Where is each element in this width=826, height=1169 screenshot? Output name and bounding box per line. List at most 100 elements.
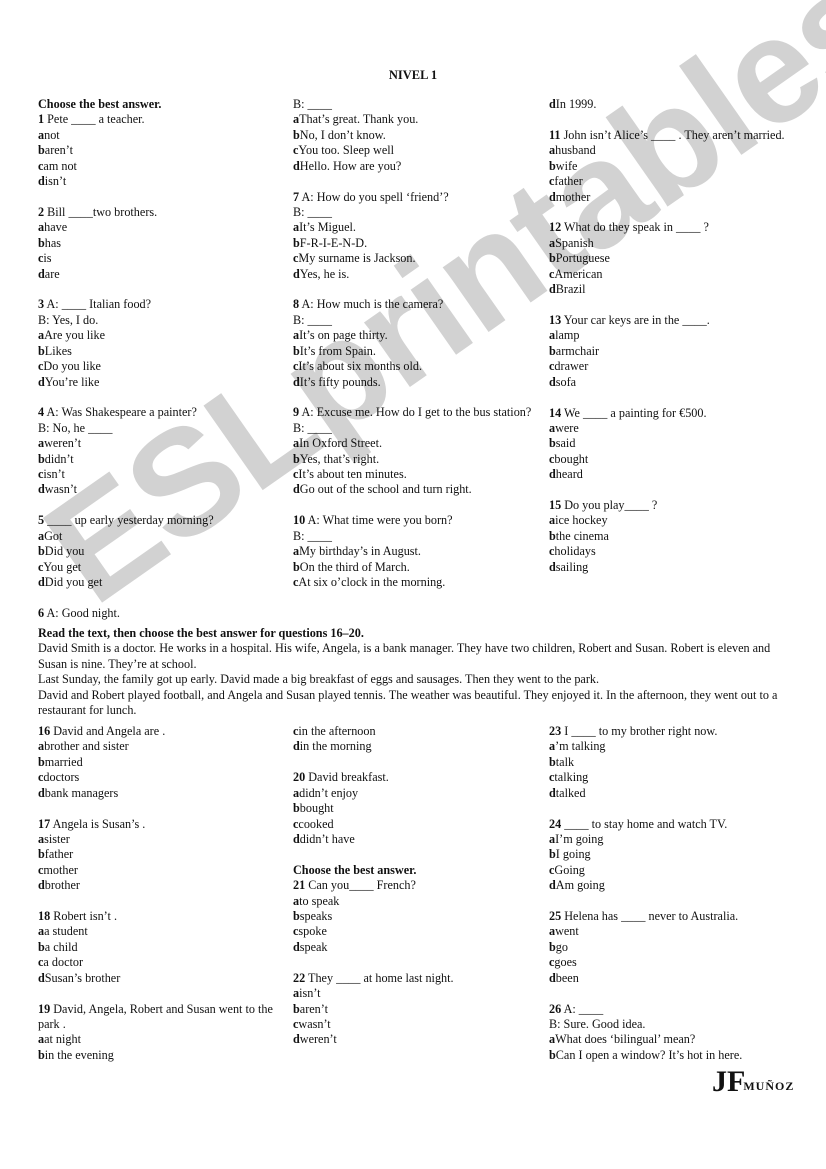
answer-option[interactable]: bDid you <box>38 544 283 559</box>
answer-option[interactable]: cAmerican <box>549 267 799 282</box>
answer-option[interactable]: aIt’s Miguel. <box>293 220 543 235</box>
answer-option[interactable]: dIt’s fifty pounds. <box>293 375 543 390</box>
answer-option[interactable]: bOn the third of March. <box>293 560 543 575</box>
answer-option[interactable]: asister <box>38 832 283 847</box>
answer-option[interactable]: bin the evening <box>38 1048 283 1063</box>
answer-option[interactable]: bCan I open a window? It’s hot in here. <box>549 1048 799 1063</box>
answer-option[interactable]: cAt six o’clock in the morning. <box>293 575 543 590</box>
answer-option[interactable]: bgo <box>549 940 799 955</box>
answer-option[interactable]: cisn’t <box>38 467 283 482</box>
answer-option[interactable]: ahave <box>38 220 283 235</box>
answer-option[interactable]: dbrother <box>38 878 283 893</box>
answer-option[interactable]: baren’t <box>38 143 283 158</box>
answer-option[interactable]: dwasn’t <box>38 482 283 497</box>
answer-option[interactable]: aIn Oxford Street. <box>293 436 543 451</box>
answer-option[interactable]: cfather <box>549 174 799 189</box>
answer-option[interactable]: ato speak <box>293 894 543 909</box>
answer-option[interactable]: aisn’t <box>293 986 543 1001</box>
answer-option[interactable]: abrother and sister <box>38 739 283 754</box>
answer-option[interactable]: baren’t <box>293 1002 543 1017</box>
answer-option[interactable]: dare <box>38 267 283 282</box>
answer-option[interactable]: ca doctor <box>38 955 283 970</box>
answer-option[interactable]: aWhat does ‘bilingual’ mean? <box>549 1032 799 1047</box>
answer-option[interactable]: dHello. How are you? <box>293 159 543 174</box>
answer-option[interactable]: cis <box>38 251 283 266</box>
answer-option[interactable]: ba child <box>38 940 283 955</box>
answer-option[interactable]: aMy birthday’s in August. <box>293 544 543 559</box>
answer-option[interactable]: dspeak <box>293 940 543 955</box>
answer-option[interactable]: cIt’s about six months old. <box>293 359 543 374</box>
answer-option[interactable]: disn’t <box>38 174 283 189</box>
answer-option[interactable]: bwife <box>549 159 799 174</box>
answer-option[interactable]: bF-R-I-E-N-D. <box>293 236 543 251</box>
answer-option[interactable]: dweren’t <box>293 1032 543 1047</box>
answer-option[interactable]: cdrawer <box>549 359 799 374</box>
answer-option[interactable]: bdidn’t <box>38 452 283 467</box>
answer-option[interactable]: aGot <box>38 529 283 544</box>
answer-option[interactable]: bspeaks <box>293 909 543 924</box>
answer-option[interactable]: bIt’s from Spain. <box>293 344 543 359</box>
answer-option[interactable]: bthe cinema <box>549 529 799 544</box>
answer-option[interactable]: dDid you get <box>38 575 283 590</box>
answer-option[interactable]: cDo you like <box>38 359 283 374</box>
answer-option[interactable]: ctalking <box>549 770 799 785</box>
answer-option[interactable]: aweren’t <box>38 436 283 451</box>
answer-option[interactable]: cMy surname is Jackson. <box>293 251 543 266</box>
answer-option[interactable]: bLikes <box>38 344 283 359</box>
answer-option[interactable]: bbought <box>293 801 543 816</box>
answer-option[interactable]: bmarried <box>38 755 283 770</box>
answer-option[interactable]: ahusband <box>549 143 799 158</box>
answer-option[interactable]: bI going <box>549 847 799 862</box>
answer-option[interactable]: bYes, that’s right. <box>293 452 543 467</box>
answer-option[interactable]: cam not <box>38 159 283 174</box>
answer-option[interactable]: aThat’s great. Thank you. <box>293 112 543 127</box>
answer-option[interactable]: cYou too. Sleep well <box>293 143 543 158</box>
answer-option[interactable]: dsofa <box>549 375 799 390</box>
answer-option[interactable]: aAre you like <box>38 328 283 343</box>
answer-option[interactable]: bNo, I don’t know. <box>293 128 543 143</box>
answer-option[interactable]: a’m talking <box>549 739 799 754</box>
answer-option[interactable]: cin the afternoon <box>293 724 543 739</box>
answer-option[interactable]: dGo out of the school and turn right. <box>293 482 543 497</box>
answer-option[interactable]: dheard <box>549 467 799 482</box>
answer-option[interactable]: dBrazil <box>549 282 799 297</box>
answer-option[interactable]: dsailing <box>549 560 799 575</box>
answer-option[interactable]: din the morning <box>293 739 543 754</box>
answer-option[interactable]: cwasn’t <box>293 1017 543 1032</box>
answer-option[interactable]: dAm going <box>549 878 799 893</box>
answer-option[interactable]: aSpanish <box>549 236 799 251</box>
answer-option[interactable]: aice hockey <box>549 513 799 528</box>
answer-option[interactable]: aa student <box>38 924 283 939</box>
answer-option[interactable]: dtalked <box>549 786 799 801</box>
answer-option[interactable]: dbeen <box>549 971 799 986</box>
answer-option[interactable]: bPortuguese <box>549 251 799 266</box>
answer-option[interactable]: cspoke <box>293 924 543 939</box>
answer-option[interactable]: dYes, he is. <box>293 267 543 282</box>
answer-option[interactable]: dbank managers <box>38 786 283 801</box>
answer-option[interactable]: cholidays <box>549 544 799 559</box>
answer-option[interactable]: anot <box>38 128 283 143</box>
answer-option[interactable]: barmchair <box>549 344 799 359</box>
answer-option[interactable]: bhas <box>38 236 283 251</box>
answer-option[interactable]: aat night <box>38 1032 283 1047</box>
answer-option[interactable]: bfather <box>38 847 283 862</box>
answer-option[interactable]: ccooked <box>293 817 543 832</box>
answer-option[interactable]: cYou get <box>38 560 283 575</box>
answer-option[interactable]: dmother <box>549 190 799 205</box>
answer-option[interactable]: cGoing <box>549 863 799 878</box>
answer-option[interactable]: cgoes <box>549 955 799 970</box>
answer-option[interactable]: awere <box>549 421 799 436</box>
answer-option[interactable]: dSusan’s brother <box>38 971 283 986</box>
answer-option[interactable]: aIt’s on page thirty. <box>293 328 543 343</box>
answer-option[interactable]: alamp <box>549 328 799 343</box>
answer-option[interactable]: dIn 1999. <box>549 97 799 112</box>
answer-option[interactable]: dYou’re like <box>38 375 283 390</box>
answer-option[interactable]: aI’m going <box>549 832 799 847</box>
answer-option[interactable]: cdoctors <box>38 770 283 785</box>
answer-option[interactable]: ddidn’t have <box>293 832 543 847</box>
answer-option[interactable]: bsaid <box>549 436 799 451</box>
answer-option[interactable]: cmother <box>38 863 283 878</box>
answer-option[interactable]: cIt’s about ten minutes. <box>293 467 543 482</box>
answer-option[interactable]: cbought <box>549 452 799 467</box>
answer-option[interactable]: btalk <box>549 755 799 770</box>
